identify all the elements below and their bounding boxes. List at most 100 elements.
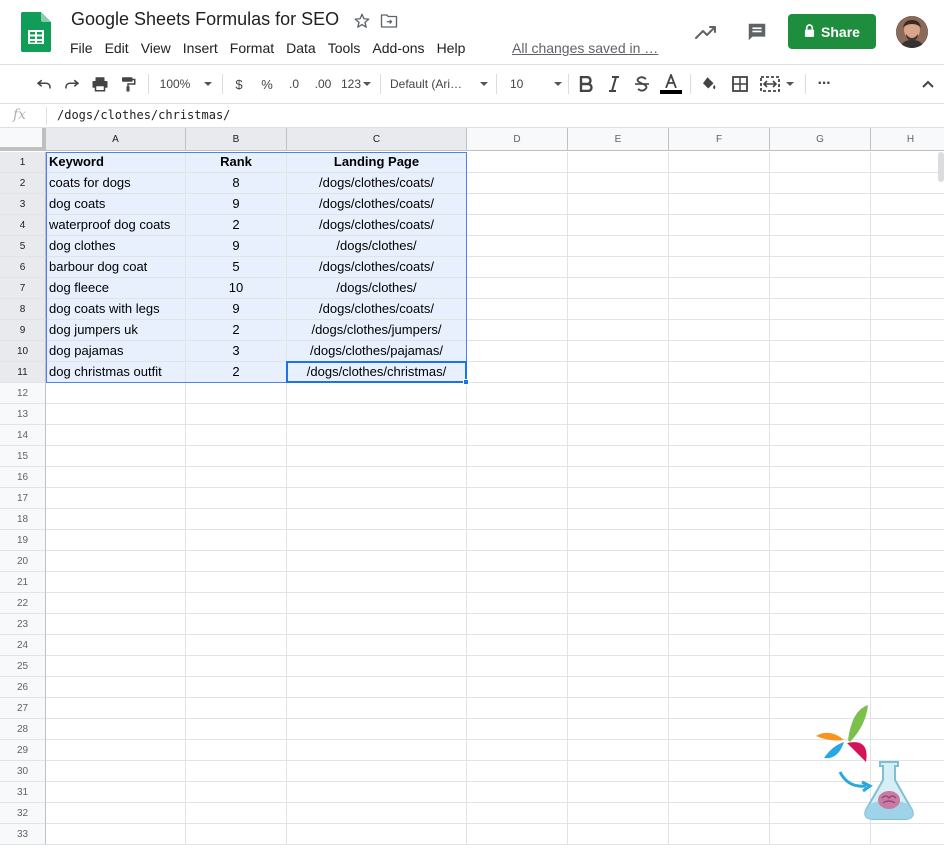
cell[interactable] [669,278,770,299]
cell[interactable] [669,614,770,635]
cell[interactable]: /dogs/clothes/ [287,278,467,299]
row-header[interactable]: 4 [0,215,46,236]
cell[interactable] [467,572,568,593]
cell[interactable] [871,341,944,362]
cell[interactable] [669,677,770,698]
cell[interactable] [770,299,871,320]
cell[interactable] [871,467,944,488]
cell[interactable] [568,425,669,446]
cell[interactable] [46,572,186,593]
cell[interactable]: /dogs/clothes/jumpers/ [287,320,467,341]
cell[interactable]: 2 [186,320,287,341]
cell[interactable] [871,194,944,215]
row-header[interactable]: 8 [0,299,46,320]
row-header[interactable]: 21 [0,572,46,593]
row-header[interactable]: 19 [0,530,46,551]
cell[interactable] [467,551,568,572]
cell[interactable] [467,341,568,362]
row-header[interactable]: 25 [0,656,46,677]
cell[interactable] [770,152,871,173]
cell[interactable] [186,467,287,488]
decrease-decimals-button[interactable]: .0 [282,65,306,103]
cell[interactable] [46,467,186,488]
cell[interactable] [568,236,669,257]
cell[interactable] [669,152,770,173]
cell[interactable] [669,446,770,467]
cell[interactable] [467,782,568,803]
cell[interactable]: 5 [186,257,287,278]
cell[interactable]: /dogs/clothes/pajamas/ [287,341,467,362]
cell[interactable] [669,782,770,803]
row-header[interactable]: 31 [0,782,46,803]
cell[interactable] [871,362,944,383]
cell[interactable]: dog pajamas [46,341,186,362]
cell[interactable] [467,320,568,341]
row-header[interactable]: 14 [0,425,46,446]
row-header[interactable]: 24 [0,635,46,656]
cell[interactable] [186,656,287,677]
cell[interactable] [871,173,944,194]
cell[interactable] [568,362,669,383]
cell[interactable] [871,320,944,341]
cell[interactable] [568,152,669,173]
cell[interactable] [871,152,944,173]
cell[interactable] [770,404,871,425]
cell[interactable] [568,467,669,488]
cell[interactable] [467,278,568,299]
trending-icon[interactable] [694,22,718,42]
cell[interactable]: waterproof dog coats [46,215,186,236]
row-header[interactable]: 15 [0,446,46,467]
bold-icon[interactable] [575,65,597,103]
cell[interactable] [287,572,467,593]
cell[interactable]: 9 [186,194,287,215]
cell[interactable] [186,572,287,593]
cell[interactable] [467,656,568,677]
cell[interactable] [467,740,568,761]
cell[interactable] [186,488,287,509]
column-header-b[interactable]: B [186,128,287,151]
cell[interactable] [871,299,944,320]
paint-format-icon[interactable] [117,65,139,103]
cell[interactable] [186,824,287,845]
cell[interactable] [871,488,944,509]
cell[interactable] [669,572,770,593]
cell[interactable] [186,719,287,740]
cell[interactable] [669,698,770,719]
percent-format-button[interactable]: % [256,65,278,103]
cell[interactable] [46,551,186,572]
cell[interactable] [568,383,669,404]
column-header-e[interactable]: E [568,128,669,151]
row-header[interactable]: 16 [0,467,46,488]
cell[interactable] [669,719,770,740]
cell[interactable]: dog clothes [46,236,186,257]
cell[interactable] [46,530,186,551]
cell[interactable] [287,824,467,845]
cell[interactable] [46,488,186,509]
formula-input[interactable]: /dogs/clothes/christmas/ [57,108,230,122]
cell[interactable] [568,593,669,614]
cell[interactable]: 2 [186,362,287,383]
cell[interactable]: /dogs/clothes/coats/ [287,215,467,236]
cell[interactable] [287,467,467,488]
italic-icon[interactable] [603,65,625,103]
cell[interactable] [568,551,669,572]
cell[interactable] [186,425,287,446]
cell[interactable] [770,467,871,488]
cell[interactable] [568,719,669,740]
menu-data[interactable]: Data [280,39,322,59]
row-header[interactable]: 3 [0,194,46,215]
cell[interactable] [669,530,770,551]
cell[interactable]: 2 [186,215,287,236]
column-header-a[interactable]: A [46,128,186,151]
cell[interactable] [186,509,287,530]
cell[interactable] [770,446,871,467]
cell[interactable] [770,824,871,845]
cell[interactable] [568,488,669,509]
borders-icon[interactable] [729,65,751,103]
cell[interactable] [568,509,669,530]
cell[interactable] [770,677,871,698]
column-header-h[interactable]: H [871,128,944,151]
share-button[interactable]: Share [788,14,876,49]
zoom-select[interactable]: 100% [155,65,217,103]
cell[interactable] [467,383,568,404]
